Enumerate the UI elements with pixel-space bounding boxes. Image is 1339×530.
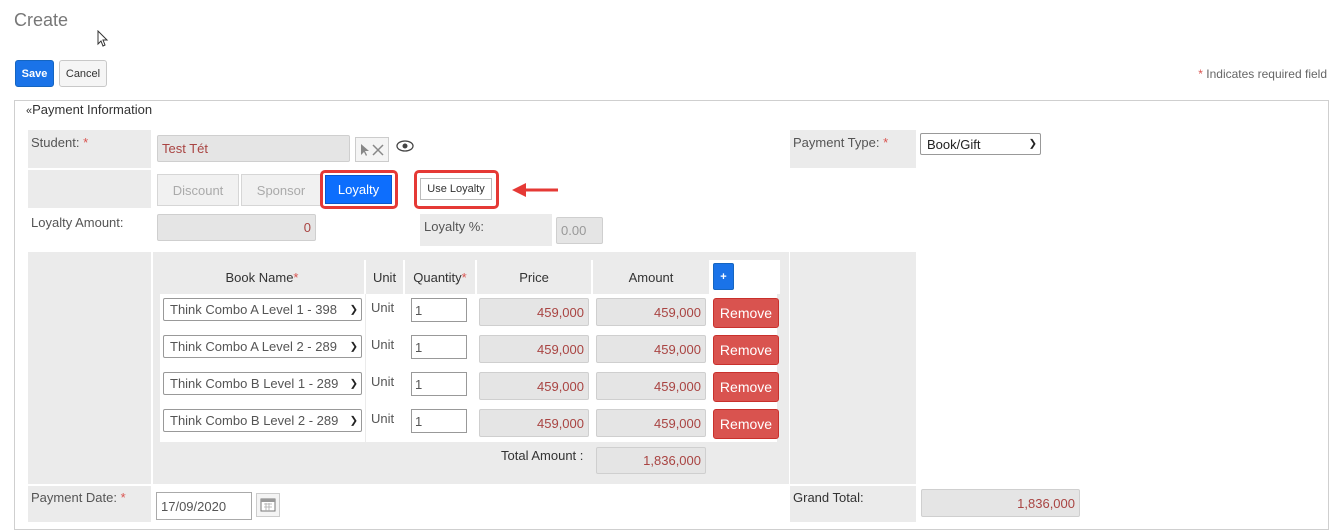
book-select[interactable]: Think Combo B Level 2 - 289 ❯: [163, 409, 362, 432]
price-field: 459,000: [479, 409, 589, 437]
panel-header-label: Payment Information: [32, 102, 153, 117]
amount-field: 459,000: [596, 372, 706, 400]
payment-info-header[interactable]: «Payment Information: [26, 102, 152, 117]
remove-button[interactable]: Remove: [713, 335, 779, 365]
amount-field: 459,000: [596, 335, 706, 363]
calendar-button[interactable]: [256, 493, 280, 517]
required-star: *: [461, 269, 467, 285]
price-field: 459,000: [479, 298, 589, 326]
required-star: *: [883, 135, 889, 150]
tab-discount[interactable]: Discount: [157, 174, 239, 206]
loyalty-percent-label: Loyalty %:: [424, 219, 484, 234]
book-select-value: Think Combo B Level 1 - 289: [170, 376, 339, 391]
cancel-button[interactable]: Cancel: [59, 60, 107, 87]
use-loyalty-button[interactable]: Use Loyalty: [420, 178, 492, 200]
student-label: Student: *: [31, 135, 88, 150]
page-title: Create: [14, 10, 69, 30]
book-select-value: Think Combo A Level 2 - 289: [170, 339, 337, 354]
book-select[interactable]: Think Combo A Level 1 - 398 ❯: [163, 298, 362, 321]
unit-text: Unit: [371, 411, 395, 426]
amount-field: 459,000: [596, 409, 706, 437]
payment-date-input[interactable]: 17/09/2020: [156, 492, 252, 520]
unit-text: Unit: [371, 337, 395, 352]
payment-type-label: Payment Type: *: [793, 135, 888, 150]
loyalty-percent-field: 0.00: [556, 217, 603, 244]
grand-total-field: 1,836,000: [921, 489, 1080, 517]
right-filler-cell: [790, 252, 916, 484]
select-pointer-icon[interactable]: [359, 143, 371, 157]
book-name-header: Book Name *: [160, 260, 364, 294]
save-button[interactable]: Save: [15, 60, 54, 87]
unit-text: Unit: [371, 374, 395, 389]
unit-text: Unit: [371, 300, 395, 315]
book-select-value: Think Combo A Level 1 - 398: [170, 302, 337, 317]
arrow-left-icon: [512, 183, 558, 197]
quantity-header-text: Quantity: [413, 269, 462, 285]
quantity-input[interactable]: 1: [411, 298, 467, 322]
quantity-input[interactable]: 1: [411, 335, 467, 359]
amount-field: 459,000: [596, 298, 706, 326]
payment-date-label: Payment Date: *: [31, 490, 126, 505]
book-select[interactable]: Think Combo B Level 1 - 289 ❯: [163, 372, 362, 395]
payment-date-label-text: Payment Date:: [31, 490, 117, 505]
add-book-button[interactable]: +: [713, 263, 734, 290]
student-label-text: Student:: [31, 135, 80, 150]
discount-label-cell: [28, 170, 151, 208]
required-field-note: * Indicates required field: [1198, 67, 1327, 81]
total-amount-field: 1,836,000: [596, 447, 706, 474]
books-label-cell: [28, 252, 151, 484]
remove-button[interactable]: Remove: [713, 409, 779, 439]
quantity-input[interactable]: 1: [411, 372, 467, 396]
mouse-cursor-icon: [97, 30, 109, 47]
payment-type-select[interactable]: Book/Gift ❯: [920, 133, 1041, 155]
required-note-text: Indicates required field: [1202, 67, 1327, 81]
remove-button[interactable]: Remove: [713, 298, 779, 328]
unit-header: Unit: [366, 260, 403, 294]
price-field: 459,000: [479, 335, 589, 363]
tab-sponsor[interactable]: Sponsor: [241, 174, 321, 206]
loyalty-amount-field: 0: [157, 214, 316, 241]
chevron-down-icon: ❯: [347, 304, 358, 315]
price-field: 459,000: [479, 372, 589, 400]
chevron-down-icon: ❯: [347, 415, 358, 426]
payment-type-value: Book/Gift: [927, 136, 981, 152]
book-select[interactable]: Think Combo A Level 2 - 289 ❯: [163, 335, 362, 358]
quantity-input[interactable]: 1: [411, 409, 467, 433]
required-star: *: [83, 135, 89, 150]
eye-icon[interactable]: [396, 139, 414, 153]
amount-header: Amount: [593, 260, 709, 294]
student-field: Test Tét: [157, 135, 350, 162]
chevron-down-icon: ❯: [347, 341, 358, 352]
total-amount-label: Total Amount :: [501, 448, 584, 463]
tab-loyalty[interactable]: Loyalty: [325, 175, 392, 204]
student-lookup-controls: [355, 137, 389, 162]
quantity-header: Quantity *: [405, 260, 475, 294]
loyalty-amount-label: Loyalty Amount:: [31, 215, 124, 230]
remove-button[interactable]: Remove: [713, 372, 779, 402]
clear-x-icon[interactable]: [371, 143, 385, 157]
book-select-value: Think Combo B Level 2 - 289: [170, 413, 339, 428]
required-star: *: [293, 269, 299, 285]
required-star: *: [120, 490, 126, 505]
grand-total-label: Grand Total:: [793, 490, 864, 505]
payment-type-label-text: Payment Type:: [793, 135, 880, 150]
chevron-down-icon: ❯: [1026, 138, 1037, 150]
calendar-icon: [260, 498, 276, 512]
book-name-header-text: Book Name: [225, 269, 294, 285]
price-header: Price: [477, 260, 591, 294]
chevron-down-icon: ❯: [347, 378, 358, 389]
